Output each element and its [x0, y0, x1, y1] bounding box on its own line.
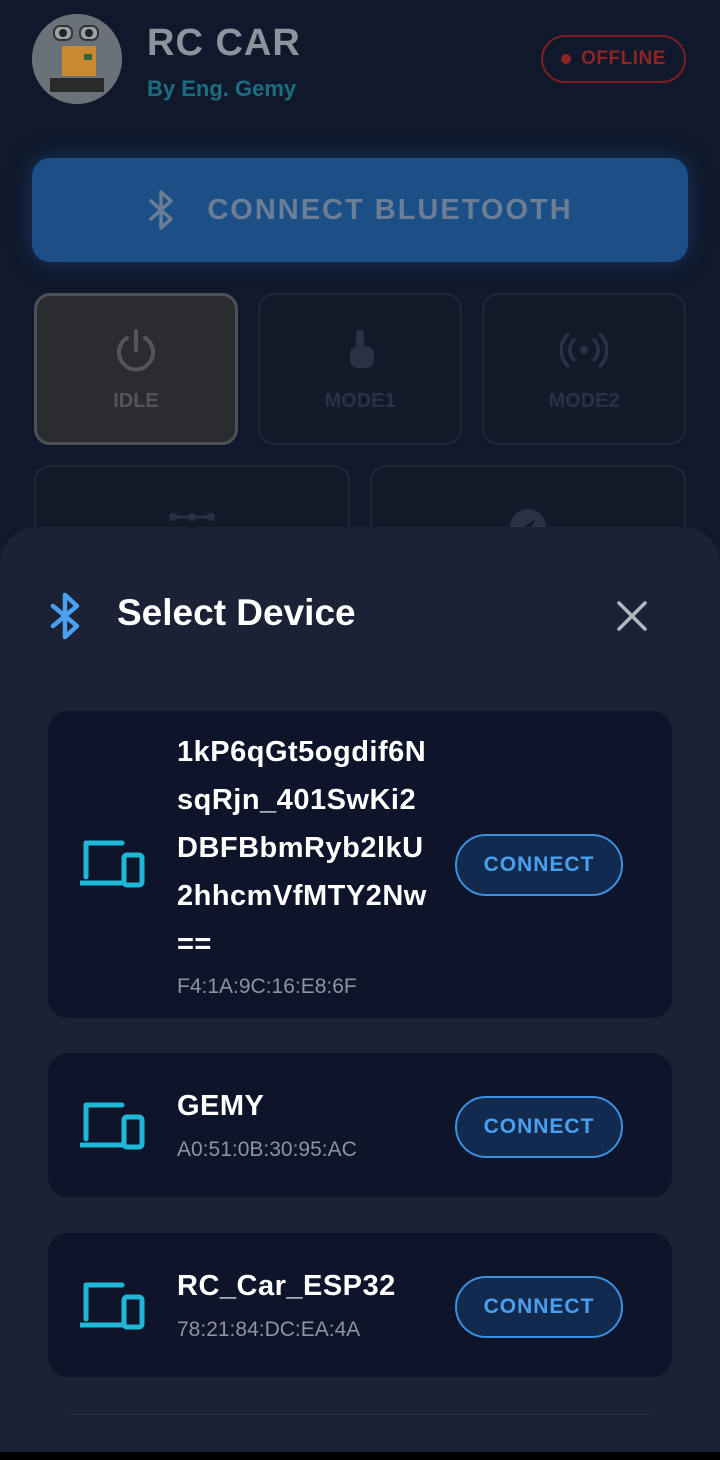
connect-bluetooth-label: CONNECT BLUETOOTH [207, 193, 573, 226]
device-mac: 78:21:84:DC:EA:4A [177, 1318, 361, 1341]
wireless-icon [560, 331, 608, 368]
device-name: 1kP6qGt5ogdif6NsqRjn_401SwKi2DBFBbmRyb2l… [177, 736, 427, 960]
device-name: GEMY [177, 1090, 265, 1122]
mode-1-card[interactable]: MODE1 [258, 293, 462, 445]
device-name: RC_Car_ESP32 [177, 1270, 396, 1302]
mode-idle-label: IDLE [113, 389, 159, 412]
device-item[interactable]: RC_Car_ESP32 78:21:84:DC:EA:4A CONNECT [48, 1233, 672, 1377]
device-item[interactable]: 1kP6qGt5ogdif6NsqRjn_401SwKi2DBFBbmRyb2l… [48, 711, 672, 1018]
status-dot [561, 54, 572, 64]
system-nav-bar [0, 1452, 720, 1460]
devices-icon [80, 1102, 145, 1150]
connect-bluetooth-button[interactable]: CONNECT BLUETOOTH [32, 158, 688, 262]
device-mac: F4:1A:9C:16:E8:6F [177, 975, 357, 998]
divider [70, 1414, 650, 1415]
sheet-title: Select Device [117, 592, 356, 633]
connect-button[interactable]: CONNECT [455, 834, 623, 896]
line-follow-icon [169, 513, 215, 521]
app-title: RC CAR [147, 22, 301, 64]
connect-button[interactable]: CONNECT [455, 1096, 623, 1158]
touch-icon [350, 329, 374, 368]
connect-button[interactable]: CONNECT [455, 1276, 623, 1338]
mode-2-card[interactable]: MODE2 [482, 293, 686, 445]
bluetooth-icon [50, 592, 80, 640]
status-label: OFFLINE [581, 48, 666, 69]
power-icon [117, 328, 155, 371]
devices-icon [80, 1282, 145, 1330]
app-subtitle: By Eng. Gemy [147, 76, 297, 101]
bluetooth-icon [149, 190, 174, 230]
robot-avatar-icon [32, 14, 122, 104]
mode-1-label: MODE1 [324, 389, 396, 412]
status-badge: OFFLINE [541, 35, 686, 83]
devices-icon [80, 840, 145, 888]
avatar [32, 14, 122, 104]
device-item[interactable]: GEMY A0:51:0B:30:95:AC CONNECT [48, 1053, 672, 1197]
mode-2-label: MODE2 [548, 389, 620, 412]
mode-idle-card[interactable]: IDLE [34, 293, 238, 445]
close-icon[interactable] [614, 598, 650, 634]
device-mac: A0:51:0B:30:95:AC [177, 1138, 357, 1161]
